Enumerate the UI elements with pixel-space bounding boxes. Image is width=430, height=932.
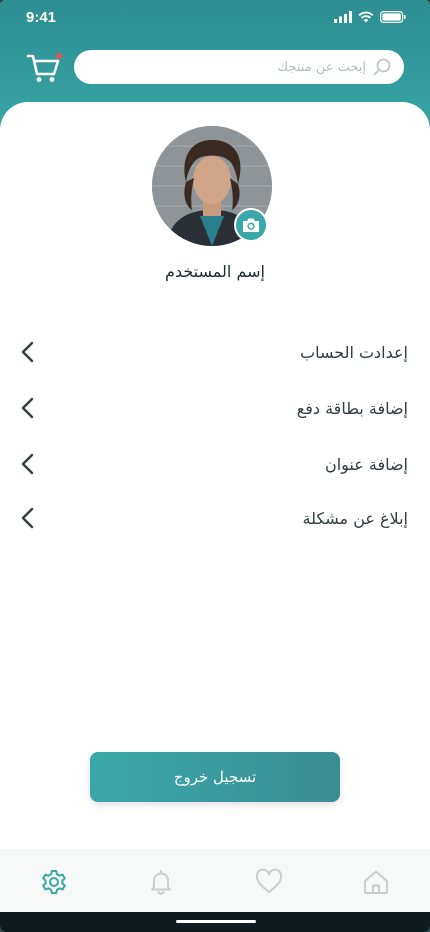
search-bar[interactable] [74,50,404,84]
home-indicator-bar [0,912,430,932]
nav-settings[interactable] [34,862,74,902]
bell-icon [151,869,172,894]
camera-icon [243,218,259,232]
signal-icon [334,11,352,23]
menu-item-label: إضافة بطاقة دفع [296,398,408,418]
menu-item-label: إعدادت الحساب [300,342,408,362]
wifi-icon [358,11,374,23]
chevron-left-icon [20,340,40,364]
status-icons [334,10,406,24]
menu-item-label: إضافة عنوان [324,454,408,474]
menu-item-account-settings[interactable]: إعدادت الحساب [20,330,408,374]
cart-button[interactable] [24,50,64,86]
heart-icon [255,868,282,893]
status-time: 9:41 [26,9,57,26]
battery-icon [380,11,406,23]
menu-item-report-problem[interactable]: إبلاغ عن مشكلة [20,496,408,540]
gear-icon [41,869,66,894]
menu-item-add-payment-card[interactable]: إضافة بطاقة دفع [20,386,408,430]
content-card: إسم المستخدم إعدادت الحساب إضافة بطاقة د… [0,102,430,850]
username: إسم المستخدم [165,262,265,281]
nav-favorites[interactable] [249,862,289,902]
profile-screen: 9:41 إبحث عن منتجك إسم المستخدم إعدادت ا… [0,0,430,932]
search-input[interactable] [116,50,366,84]
chevron-left-icon [20,506,40,530]
logout-button[interactable]: تسجيل خروج [90,752,340,802]
search-icon[interactable] [372,57,392,77]
nav-notifications[interactable] [141,862,181,902]
bottom-nav [0,850,430,912]
cart-icon [26,53,62,82]
home-indicator[interactable] [176,920,256,923]
menu-item-add-address[interactable]: إضافة عنوان [20,442,408,486]
nav-home[interactable] [356,862,396,902]
avatar-container [152,126,272,246]
chevron-left-icon [20,452,40,476]
home-icon [364,870,389,894]
status-bar: 9:41 [0,0,430,34]
change-photo-button[interactable] [234,208,268,242]
chevron-left-icon [20,396,40,420]
menu-item-label: إبلاغ عن مشكلة [302,508,408,528]
